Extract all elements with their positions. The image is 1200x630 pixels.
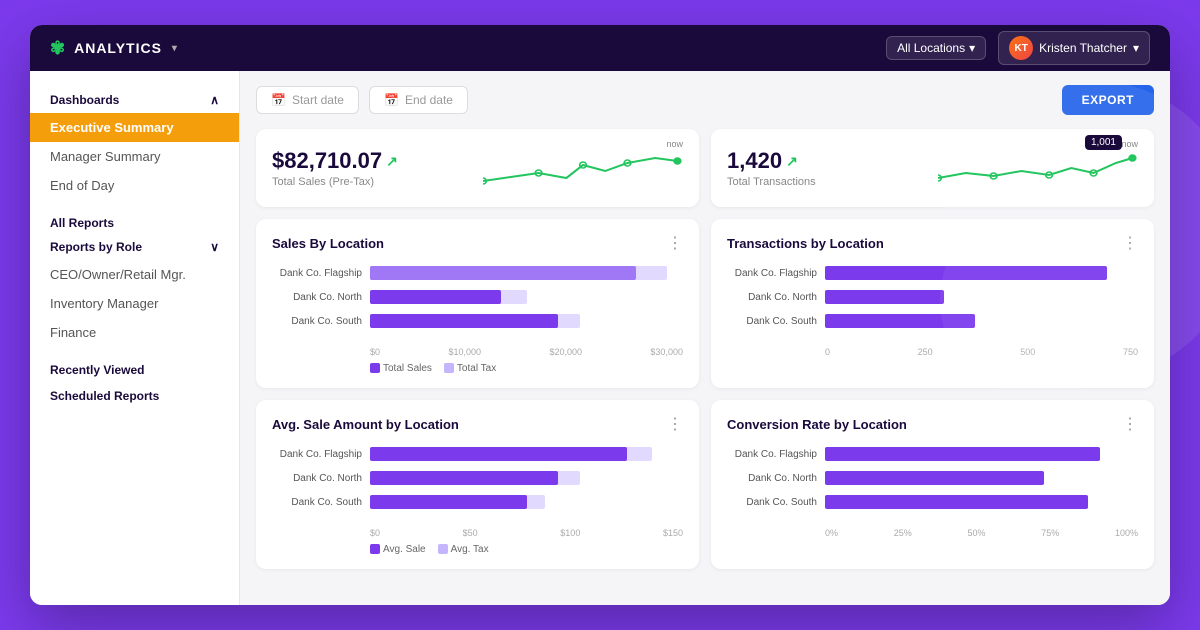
chart-legend-sales: Total Sales Total Tax xyxy=(272,363,683,374)
sidebar-item-ceo[interactable]: CEO/Owner/Retail Mgr. xyxy=(30,260,239,289)
all-reports-label[interactable]: All Reports xyxy=(30,208,239,234)
toolbar: 📅 Start date 📅 End date EXPORT xyxy=(256,85,1154,115)
calendar-icon: 📅 xyxy=(271,93,286,107)
bar-row: Dank Co. South xyxy=(727,494,1138,510)
end-date-picker[interactable]: 📅 End date xyxy=(369,86,468,114)
bar-row: Dank Co. South xyxy=(272,494,683,510)
scheduled-reports-label[interactable]: Scheduled Reports xyxy=(30,381,239,407)
bar-row: Dank Co. North xyxy=(727,470,1138,486)
recently-viewed-label[interactable]: Recently Viewed xyxy=(30,355,239,381)
stat-label-sales: Total Sales (Pre-Tax) xyxy=(272,176,398,188)
bar-row: Dank Co. North xyxy=(272,470,683,486)
start-date-picker[interactable]: 📅 Start date xyxy=(256,86,359,114)
trend-up-icon-2: ↗ xyxy=(786,153,798,170)
reports-by-role-header[interactable]: Reports by Role ∨ xyxy=(30,234,239,260)
sidebar: Dashboards ∧ Executive Summary Manager S… xyxy=(30,71,240,605)
chart-legend-avg-sale: Avg. Sale Avg. Tax xyxy=(272,544,683,555)
stat-value-sales: $82,710.07 ↗ xyxy=(272,148,398,174)
sparkline-tooltip: 1,001 xyxy=(1085,135,1122,150)
export-button[interactable]: EXPORT xyxy=(1062,85,1154,115)
stat-card-sales: $82,710.07 ↗ Total Sales (Pre-Tax) now xyxy=(256,129,699,207)
chart-title-sales-location: Sales By Location xyxy=(272,236,384,251)
chart-axis-conversion: 0% 25% 50% 75% 100% xyxy=(727,528,1138,538)
stat-label-transactions: Total Transactions xyxy=(727,176,816,188)
sidebar-item-executive-summary[interactable]: Executive Summary xyxy=(30,113,239,142)
chart-axis-transactions: 0 250 500 750 xyxy=(727,347,1138,357)
avatar: KT xyxy=(1009,36,1033,60)
chart-avg-sale: Avg. Sale Amount by Location ⋮ Dank Co. … xyxy=(256,400,699,569)
main-content: 📅 Start date 📅 End date EXPORT xyxy=(240,71,1170,605)
reports-by-role-caret-icon: ∨ xyxy=(210,240,219,254)
bar-row: Dank Co. Flagship xyxy=(272,446,683,462)
chart-menu-transactions[interactable]: ⋮ xyxy=(1122,233,1138,253)
sparkline-transactions: now 1,001 xyxy=(938,143,1138,193)
chart-menu-sales[interactable]: ⋮ xyxy=(667,233,683,253)
chart-sales-by-location: Sales By Location ⋮ Dank Co. Flagship xyxy=(256,219,699,388)
leaf-icon: ✾ xyxy=(50,38,66,59)
bar-chart-sales: Dank Co. Flagship Dank Co. North xyxy=(272,265,683,343)
brand: ✾ ANALYTICS ▾ xyxy=(50,38,178,59)
stats-row: $82,710.07 ↗ Total Sales (Pre-Tax) now xyxy=(256,129,1154,207)
chart-transactions-by-location: Transactions by Location ⋮ Dank Co. Flag… xyxy=(711,219,1154,388)
sidebar-item-finance[interactable]: Finance xyxy=(30,318,239,347)
trend-up-icon: ↗ xyxy=(386,153,398,170)
chart-title-conversion: Conversion Rate by Location xyxy=(727,417,907,432)
bar-secondary xyxy=(370,266,667,280)
bar-row: Dank Co. South xyxy=(727,313,1138,329)
bar-row: Dank Co. North xyxy=(727,289,1138,305)
stat-card-transactions: 1,420 ↗ Total Transactions now 1,001 xyxy=(711,129,1154,207)
stat-value-transactions: 1,420 ↗ xyxy=(727,148,816,174)
user-caret-icon: ▾ xyxy=(1133,41,1139,55)
chart-row-1: Sales By Location ⋮ Dank Co. Flagship xyxy=(256,219,1154,388)
calendar-icon-end: 📅 xyxy=(384,93,399,107)
chart-row-2: Avg. Sale Amount by Location ⋮ Dank Co. … xyxy=(256,400,1154,569)
bar-row: Dank Co. North xyxy=(272,289,683,305)
chart-conversion-rate: Conversion Rate by Location ⋮ Dank Co. F… xyxy=(711,400,1154,569)
brand-caret: ▾ xyxy=(172,43,178,54)
sidebar-item-manager-summary[interactable]: Manager Summary xyxy=(30,142,239,171)
chart-menu-conversion[interactable]: ⋮ xyxy=(1122,414,1138,434)
sparkline-sales: now xyxy=(483,143,683,193)
location-caret-icon: ▾ xyxy=(969,41,975,55)
bar-row: Dank Co. South xyxy=(272,313,683,329)
chart-title-avg-sale: Avg. Sale Amount by Location xyxy=(272,417,459,432)
sidebar-item-inventory[interactable]: Inventory Manager xyxy=(30,289,239,318)
user-menu[interactable]: KT Kristen Thatcher ▾ xyxy=(998,31,1150,65)
dashboards-collapse-icon[interactable]: ∧ xyxy=(210,93,219,107)
bar-row: Dank Co. Flagship xyxy=(727,446,1138,462)
location-selector[interactable]: All Locations ▾ xyxy=(886,36,986,60)
dashboards-header: Dashboards ∧ xyxy=(30,87,239,113)
chart-axis-sales: $0 $10,000 $20,000 $30,000 xyxy=(272,347,683,357)
chart-menu-avg-sale[interactable]: ⋮ xyxy=(667,414,683,434)
chart-axis-avg-sale: $0 $50 $100 $150 xyxy=(272,528,683,538)
bar-row: Dank Co. Flagship xyxy=(272,265,683,281)
bar-row: Dank Co. Flagship xyxy=(727,265,1138,281)
chart-title-transactions-location: Transactions by Location xyxy=(727,236,884,251)
sidebar-item-end-of-day[interactable]: End of Day xyxy=(30,171,239,200)
